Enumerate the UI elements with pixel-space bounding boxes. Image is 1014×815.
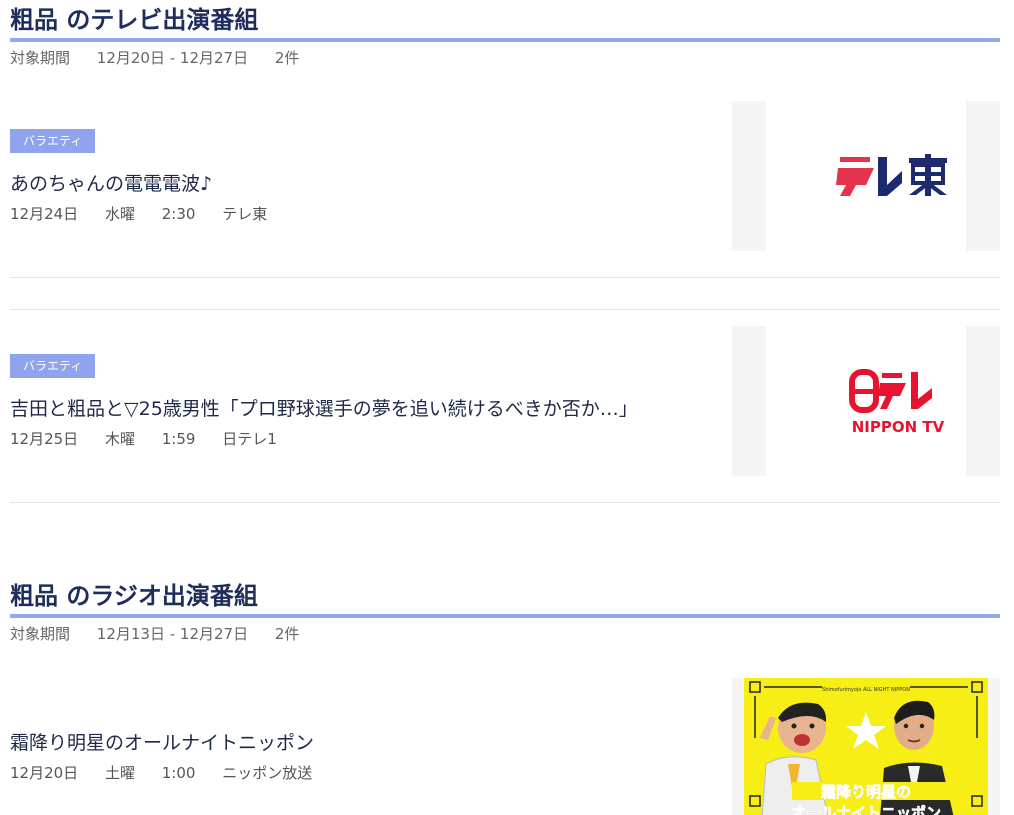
period-range: 12月13日 - 12月27日 (96, 625, 249, 643)
program-artwork[interactable]: Shimofurimyojo ALL NIGHT NIPPON 霜降り明星の オ… (732, 678, 1000, 815)
program-weekday: 木曜 (104, 430, 135, 448)
program-meta: 12月24日 水曜 2:30 テレ東 (10, 203, 289, 224)
section-title: 粗品 のラジオ出演番組 (10, 580, 1000, 618)
period-row: 対象期間 12月20日 - 12月27日 2件 (10, 48, 1000, 68)
program-time: 1:00 (161, 764, 196, 782)
program-item[interactable]: 霜降り明星のオールナイトニッポン 12月20日 土曜 1:00 ニッポン放送 S… (10, 678, 1000, 815)
program-title[interactable]: 霜降り明星のオールナイトニッポン (10, 728, 314, 755)
section-title: 粗品 のテレビ出演番組 (10, 4, 1000, 42)
program-time: 2:30 (161, 205, 196, 223)
program-meta: 12月20日 土曜 1:00 ニッポン放送 (10, 762, 334, 783)
genre-badge[interactable]: バラエティ (10, 354, 96, 378)
page: 粗品 のテレビ出演番組 対象期間 12月20日 - 12月27日 2件 バラエテ… (0, 0, 1014, 815)
nippon-tv-subtext: NIPPON TV (852, 418, 945, 436)
nippon-tv-logo: NIPPON TV (766, 326, 966, 476)
result-count: 2件 (274, 625, 300, 643)
period-label: 対象期間 (10, 625, 71, 643)
program-item[interactable]: バラエティ 吉田と粗品と▽25歳男性「プロ野球選手の夢を追い続けるべきか否か…」… (10, 326, 1000, 503)
program-item[interactable]: バラエティ あのちゃんの電電電波♪ 12月24日 水曜 2:30 テレ東 (10, 101, 1000, 278)
channel-thumbnail[interactable]: NIPPON TV (732, 326, 1000, 476)
period-row: 対象期間 12月13日 - 12月27日 2件 (10, 624, 1000, 644)
program-date: 12月25日 (10, 430, 79, 448)
period-range: 12月20日 - 12月27日 (96, 49, 249, 67)
period-label: 対象期間 (10, 49, 71, 67)
program-time: 1:59 (161, 430, 196, 448)
channel-thumbnail[interactable] (732, 101, 1000, 251)
tv-section: 粗品 のテレビ出演番組 対象期間 12月20日 - 12月27日 2件 (10, 4, 1000, 68)
program-channel: 日テレ1 (222, 430, 277, 448)
artwork-title-text: 霜降り明星の (820, 783, 911, 801)
program-date: 12月24日 (10, 205, 79, 223)
program-title[interactable]: あのちゃんの電電電波♪ (10, 169, 212, 196)
program-meta: 12月25日 木曜 1:59 日テレ1 (10, 428, 299, 449)
program-date: 12月20日 (10, 764, 79, 782)
artwork-title-text-2: オールナイトニッポン (791, 804, 941, 815)
program-weekday: 土曜 (104, 764, 135, 782)
tv-tokyo-logo (766, 101, 966, 251)
program-channel: ニッポン放送 (222, 764, 313, 782)
divider (10, 309, 1000, 310)
program-channel: テレ東 (222, 205, 268, 223)
program-weekday: 水曜 (104, 205, 135, 223)
program-title[interactable]: 吉田と粗品と▽25歳男性「プロ野球選手の夢を追い続けるべきか否か…」 (10, 394, 638, 421)
radio-section: 粗品 のラジオ出演番組 対象期間 12月13日 - 12月27日 2件 (10, 580, 1000, 644)
genre-badge[interactable]: バラエティ (10, 129, 96, 153)
result-count: 2件 (274, 49, 300, 67)
artwork-top-text: Shimofurimyojo ALL NIGHT NIPPON (822, 687, 910, 693)
